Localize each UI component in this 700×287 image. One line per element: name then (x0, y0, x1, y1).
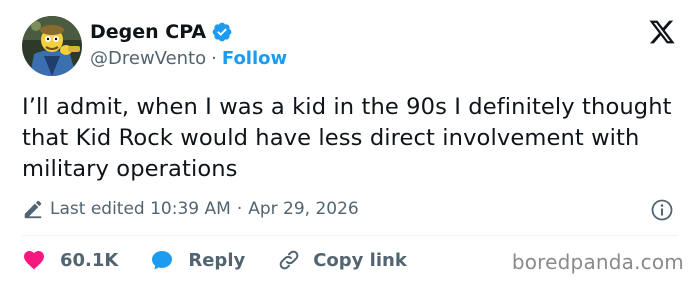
tweet-date[interactable]: Apr 29, 2026 (248, 199, 359, 219)
action-bar: 60.1K Reply Copy link (22, 247, 407, 273)
handle-row: @DrewVento · Follow (90, 48, 287, 69)
follow-button[interactable]: Follow (222, 48, 287, 69)
avatar-image (22, 16, 82, 76)
like-count: 60.1K (60, 249, 119, 271)
reply-label: Reply (188, 249, 246, 271)
tweet-meta: Last edited 10:39 AM · Apr 29, 2026 (22, 198, 359, 220)
avatar[interactable] (22, 16, 82, 76)
copy-link-button[interactable]: Copy link (277, 248, 407, 272)
divider (22, 235, 678, 236)
verified-badge-icon (211, 21, 233, 43)
display-name[interactable]: Degen CPA (90, 21, 206, 43)
info-icon[interactable] (650, 198, 674, 222)
link-icon (279, 250, 299, 270)
reply-bubble-icon (152, 251, 173, 270)
handle[interactable]: @DrewVento (90, 48, 206, 69)
author-block: Degen CPA @DrewVento · Follow (90, 20, 287, 69)
meta-separator: · (236, 199, 243, 219)
edited-timestamp[interactable]: Last edited 10:39 AM (50, 199, 231, 219)
handle-separator: · (211, 48, 217, 69)
tweet-card: Degen CPA @DrewVento · Follow I’ll admit… (0, 0, 700, 287)
like-button[interactable]: 60.1K (22, 248, 118, 272)
name-row: Degen CPA (90, 20, 287, 44)
reply-button[interactable]: Reply (150, 248, 245, 272)
x-logo-icon[interactable] (648, 18, 676, 46)
watermark: boredpanda.com (511, 250, 684, 274)
heart-icon (24, 251, 44, 270)
copy-link-label: Copy link (313, 249, 407, 271)
tweet-text: I’ll admit, when I was a kid in the 90s … (22, 94, 672, 182)
edit-pencil-icon (22, 198, 44, 220)
